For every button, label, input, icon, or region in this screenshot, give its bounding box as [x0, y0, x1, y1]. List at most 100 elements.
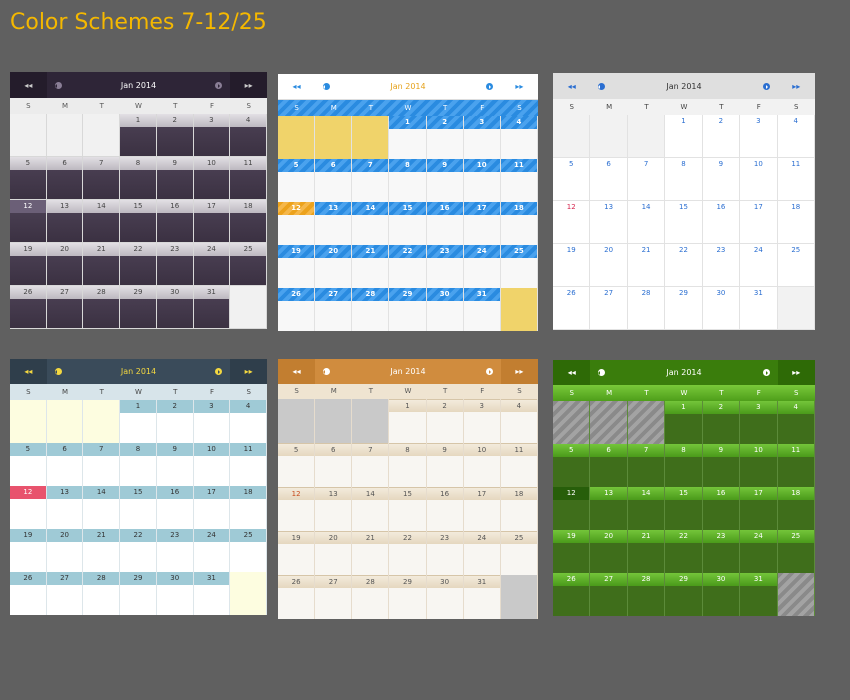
- day-cell[interactable]: 3: [463, 116, 501, 159]
- day-cell[interactable]: 3: [193, 114, 231, 157]
- day-cell[interactable]: 3: [740, 115, 778, 158]
- day-cell[interactable]: 28: [627, 573, 666, 616]
- day-cell[interactable]: 9: [702, 158, 741, 201]
- day-cell[interactable]: 7: [627, 444, 666, 487]
- day-cell[interactable]: 12: [278, 202, 316, 245]
- day-cell[interactable]: 18: [777, 487, 815, 530]
- day-cell[interactable]: 4: [777, 115, 815, 158]
- day-cell[interactable]: 10: [193, 157, 231, 200]
- day-cell[interactable]: 2: [702, 401, 741, 444]
- day-cell[interactable]: 24: [193, 243, 231, 286]
- day-cell[interactable]: 14: [627, 201, 666, 244]
- day-cell[interactable]: 27: [315, 575, 353, 619]
- day-cell[interactable]: 16: [702, 487, 741, 530]
- day-cell[interactable]: 15: [389, 487, 427, 531]
- day-cell[interactable]: 11: [500, 159, 538, 202]
- day-cell[interactable]: 26: [553, 573, 591, 616]
- day-cell[interactable]: 2: [426, 116, 464, 159]
- day-cell[interactable]: 30: [426, 288, 464, 331]
- day-cell[interactable]: 30: [426, 575, 464, 619]
- day-cell[interactable]: 20: [46, 529, 84, 572]
- day-cell[interactable]: 17: [193, 486, 231, 529]
- day-cell[interactable]: 30: [702, 287, 741, 330]
- day-cell[interactable]: 12: [10, 200, 47, 243]
- day-cell[interactable]: 26: [553, 287, 591, 330]
- day-cell[interactable]: 15: [120, 200, 157, 243]
- day-cell[interactable]: 1: [389, 399, 427, 443]
- day-cell[interactable]: 24: [463, 245, 501, 288]
- day-cell[interactable]: 20: [315, 245, 353, 288]
- day-cell[interactable]: 29: [665, 287, 703, 330]
- next-month-icon[interactable]: [762, 369, 770, 376]
- day-cell[interactable]: 13: [590, 487, 628, 530]
- prev-month-icon[interactable]: [54, 81, 62, 89]
- day-cell[interactable]: 17: [463, 202, 501, 245]
- day-cell[interactable]: 4: [230, 400, 267, 443]
- day-cell[interactable]: 10: [193, 443, 231, 486]
- day-cell[interactable]: 21: [83, 529, 121, 572]
- prev-month-icon[interactable]: [598, 82, 606, 90]
- day-cell[interactable]: 29: [120, 572, 157, 615]
- day-cell[interactable]: 9: [156, 157, 194, 200]
- day-cell[interactable]: 19: [278, 245, 316, 288]
- day-cell[interactable]: 2: [702, 115, 741, 158]
- day-cell[interactable]: 2: [156, 114, 194, 157]
- day-cell[interactable]: 25: [777, 244, 815, 287]
- day-cell[interactable]: 28: [83, 286, 121, 329]
- day-cell[interactable]: 17: [463, 487, 501, 531]
- day-cell[interactable]: 8: [665, 444, 703, 487]
- day-cell[interactable]: 22: [389, 245, 427, 288]
- day-cell[interactable]: 25: [777, 530, 815, 573]
- day-cell[interactable]: 27: [590, 287, 628, 330]
- day-cell[interactable]: 6: [46, 443, 84, 486]
- day-cell[interactable]: 14: [352, 202, 390, 245]
- day-cell[interactable]: 14: [83, 486, 121, 529]
- day-cell[interactable]: 1: [389, 116, 427, 159]
- prev-month-icon[interactable]: [598, 369, 606, 376]
- day-cell[interactable]: 25: [500, 245, 538, 288]
- day-cell[interactable]: 8: [389, 443, 427, 487]
- day-cell[interactable]: 3: [740, 401, 778, 444]
- prev-year-button[interactable]: ◂◂: [278, 359, 316, 384]
- day-cell[interactable]: 8: [665, 158, 703, 201]
- day-cell[interactable]: 5: [553, 158, 591, 201]
- day-cell[interactable]: 22: [120, 243, 157, 286]
- day-cell[interactable]: 20: [590, 244, 628, 287]
- day-cell[interactable]: 25: [230, 243, 267, 286]
- day-cell[interactable]: 2: [156, 400, 194, 443]
- day-cell[interactable]: 19: [10, 243, 47, 286]
- day-cell[interactable]: 23: [426, 245, 464, 288]
- next-month-icon[interactable]: [215, 81, 223, 89]
- day-cell[interactable]: 12: [10, 486, 47, 529]
- day-cell[interactable]: 4: [500, 116, 538, 159]
- day-cell[interactable]: 6: [315, 443, 353, 487]
- day-cell[interactable]: 17: [740, 487, 778, 530]
- day-cell[interactable]: 18: [777, 201, 815, 244]
- day-cell[interactable]: 25: [500, 531, 538, 575]
- day-cell[interactable]: 23: [156, 529, 194, 572]
- day-cell[interactable]: 20: [46, 243, 84, 286]
- day-cell[interactable]: 27: [46, 286, 84, 329]
- day-cell[interactable]: 11: [777, 444, 815, 487]
- day-cell[interactable]: 9: [426, 159, 464, 202]
- day-cell[interactable]: 7: [83, 443, 121, 486]
- day-cell[interactable]: 3: [463, 399, 501, 443]
- day-cell[interactable]: 14: [83, 200, 121, 243]
- day-cell[interactable]: 23: [426, 531, 464, 575]
- next-year-button[interactable]: ▸▸: [230, 359, 267, 384]
- next-month-icon[interactable]: [762, 82, 770, 90]
- day-cell[interactable]: 23: [702, 244, 741, 287]
- day-cell[interactable]: 22: [389, 531, 427, 575]
- next-year-button[interactable]: ▸▸: [501, 74, 538, 99]
- day-cell[interactable]: 19: [278, 531, 316, 575]
- prev-month-icon[interactable]: [323, 83, 331, 90]
- day-cell[interactable]: 28: [352, 288, 390, 331]
- day-cell[interactable]: 29: [389, 288, 427, 331]
- day-cell[interactable]: 5: [10, 443, 47, 486]
- day-cell[interactable]: 7: [83, 157, 121, 200]
- next-month-icon[interactable]: [485, 83, 493, 90]
- day-cell[interactable]: 4: [500, 399, 538, 443]
- day-cell[interactable]: 16: [426, 487, 464, 531]
- day-cell[interactable]: 11: [230, 157, 267, 200]
- day-cell[interactable]: 2: [426, 399, 464, 443]
